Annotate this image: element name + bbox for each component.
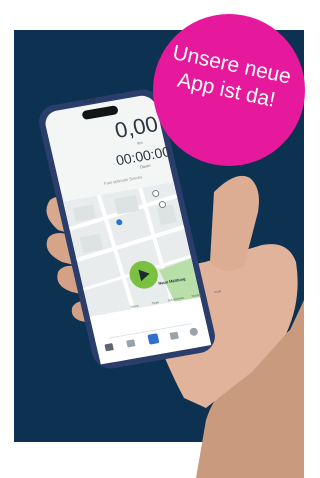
promo-image: 9:41 0,00 km 00:00:00 Dauer Fast optimal… [0,0,315,478]
nav-profile: Profil [213,289,222,295]
bottom-nav: Home Tipps Aufzeichnen Statistik Profil [124,288,227,310]
nav-tips: Tipps [151,300,160,306]
status-clock: 9:41 [82,97,96,106]
announcement-badge: Unsere neue App ist da! [153,14,305,166]
badge-text: Unsere neue App ist da! [149,37,308,119]
start-label: Neue Meldung [157,276,186,286]
route-label: Fast optimale Strecke [103,174,143,186]
nav-home: Home [130,303,140,309]
nav-stats: Statistik [191,292,203,299]
nav-record: Aufzeichnen [167,295,185,303]
